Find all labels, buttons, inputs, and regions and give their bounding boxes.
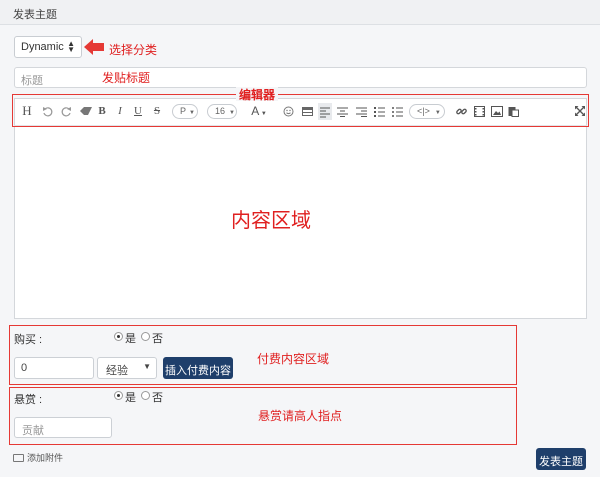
bounty-yes-label: 是 (125, 392, 136, 404)
editor-annotation: 编辑器 (239, 88, 276, 102)
title-annotation: 发贴标题 (102, 71, 151, 85)
purchase-no-label: 否 (152, 333, 163, 345)
purchase-no-radio[interactable] (141, 332, 150, 341)
folder-icon (13, 453, 24, 462)
category-annotation: 选择分类 (109, 43, 158, 57)
left-arrow-icon (84, 39, 104, 55)
bounty-yes-radio[interactable] (114, 391, 123, 400)
category-select[interactable]: Dynamic ▲ ▼ (14, 36, 82, 58)
title-input[interactable]: 标题 (14, 67, 587, 88)
submit-topic-button[interactable]: 发表主题 (536, 448, 586, 470)
page-title: 发表主题 (13, 9, 57, 21)
purchase-yes-label: 是 (125, 333, 136, 345)
title-placeholder: 标题 (21, 75, 43, 87)
purchase-yes-radio[interactable] (114, 332, 123, 341)
paid-content-annotation: 付费内容区域 (257, 352, 330, 366)
currency-select[interactable]: 经验 ▼ (97, 357, 157, 379)
content-area-annotation: 内容区域 (231, 210, 311, 232)
bounty-annotation: 悬赏请高人指点 (258, 409, 343, 423)
category-selected-value: Dynamic (21, 41, 64, 53)
price-value: 0 (21, 362, 28, 374)
insert-paid-content-button[interactable]: 插入付费内容 (163, 357, 233, 379)
panel-header: 发表主题 (0, 0, 600, 25)
bounty-no-radio[interactable] (141, 391, 150, 400)
chevron-down-icon: ▼ (143, 362, 151, 371)
editor-toolbar-highlight (12, 94, 589, 127)
add-attachment-link[interactable]: 添加附件 (13, 451, 63, 464)
currency-selected: 经验 (106, 365, 128, 377)
contribution-placeholder: 贡献 (22, 425, 44, 437)
contribution-input[interactable]: 贡献 (14, 417, 112, 438)
bounty-no-label: 否 (152, 392, 163, 404)
purchase-label: 购买 : (14, 334, 43, 346)
bounty-label: 悬赏 : (14, 394, 43, 406)
price-input[interactable]: 0 (14, 357, 94, 379)
add-attachment-label: 添加附件 (27, 453, 64, 463)
select-caret-icon: ▲ ▼ (67, 39, 75, 54)
